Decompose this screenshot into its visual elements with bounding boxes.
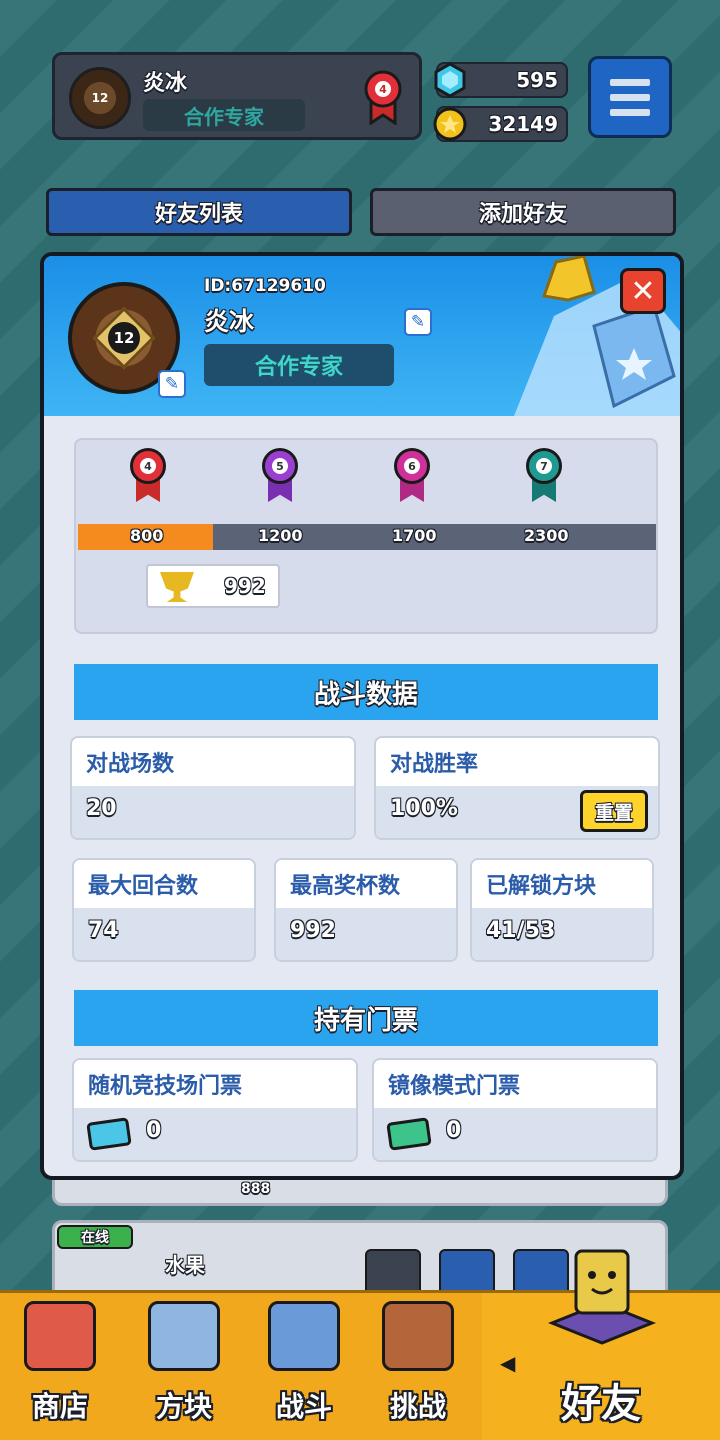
gem-icon — [434, 62, 466, 98]
gem-count: 595 — [516, 68, 558, 92]
player-avatar: 12 — [69, 67, 131, 129]
random-arena-ticket-card: 随机竞技场门票 0 — [72, 1058, 358, 1162]
rank-threshold: 800 — [130, 526, 164, 545]
edit-name-icon[interactable]: ✎ — [404, 308, 432, 336]
mirror-mode-ticket-label: 镜像模式门票 — [388, 1074, 521, 1099]
tab-friend-list[interactable]: 好友列表 — [46, 188, 352, 236]
rank-5-ribbon-icon: 5 — [260, 448, 300, 504]
main-menu-button[interactable] — [588, 56, 672, 138]
max-trophies-stat-card: 最高奖杯数 992 — [274, 858, 458, 962]
modal-player-title: 合作专家 — [204, 344, 394, 386]
friend-name: 水果 — [165, 1253, 205, 1277]
shop-icon — [24, 1301, 96, 1371]
random-arena-ticket-count: 0 — [146, 1118, 162, 1143]
nav-shop[interactable]: 商店 — [0, 1293, 120, 1440]
winrate-value: 100% — [390, 796, 458, 821]
player-name: 炎冰 — [143, 71, 188, 96]
current-trophies: 992 — [224, 574, 266, 598]
rank-threshold: 1700 — [392, 526, 437, 545]
nav-friends-label: 好友 — [561, 1381, 641, 1427]
nav-challenge[interactable]: 挑战 — [358, 1293, 478, 1440]
battles-stat-card: 对战场数 20 — [70, 736, 356, 840]
modal-header: 12 ✎ ID:67129610 炎冰 ✎ 合作专家 ✕ — [44, 256, 680, 416]
friend-trophy-value: 888 — [241, 1181, 271, 1197]
close-icon: ✕ — [630, 273, 656, 309]
player-profile-bar[interactable]: 12 炎冰 合作专家 4 — [52, 52, 422, 140]
nav-blocks[interactable]: 方块 — [124, 1293, 244, 1440]
max-trophies-label: 最高奖杯数 — [290, 874, 401, 899]
avatar-level: 12 — [108, 322, 140, 354]
close-button[interactable]: ✕ — [620, 268, 666, 314]
rank-progress-bar: 800 1200 1700 2300 — [78, 524, 656, 550]
menu-line-icon — [610, 93, 650, 101]
tab-add-friend[interactable]: 添加好友 — [370, 188, 676, 236]
rank-7-ribbon-icon: 7 — [524, 448, 564, 504]
gem-counter: 595 — [434, 62, 568, 98]
unlocked-blocks-value: 41/53 — [486, 918, 556, 943]
tickets-header: 持有门票 — [74, 990, 658, 1046]
arena-ticket-icon — [86, 1117, 132, 1151]
player-id: ID:67129610 — [204, 276, 326, 296]
menu-line-icon — [610, 108, 650, 116]
svg-text:4: 4 — [379, 83, 387, 96]
battle-icon — [268, 1301, 340, 1371]
mirror-mode-ticket-count: 0 — [446, 1118, 462, 1143]
max-rounds-label: 最大回合数 — [88, 874, 199, 899]
random-arena-ticket-label: 随机竞技场门票 — [88, 1074, 243, 1099]
nav-shop-label: 商店 — [31, 1390, 88, 1423]
nav-friends[interactable]: ◀ 好友 — [482, 1249, 720, 1440]
rank-badge-icon: 4 — [364, 70, 402, 125]
edit-avatar-icon[interactable]: ✎ — [158, 370, 186, 398]
friends-mascot-icon — [547, 1249, 657, 1345]
rank-6-ribbon-icon: 6 — [392, 448, 432, 504]
winrate-label: 对战胜率 — [390, 752, 479, 777]
player-profile-modal: 12 ✎ ID:67129610 炎冰 ✎ 合作专家 ✕ 4 5 6 7 800… — [40, 252, 684, 1180]
battles-value: 20 — [86, 796, 117, 821]
max-trophies-value: 992 — [290, 918, 336, 943]
nav-battle-label: 战斗 — [275, 1390, 332, 1423]
battles-label: 对战场数 — [86, 752, 175, 777]
coin-count: 32149 — [488, 112, 558, 136]
mirror-mode-ticket-card: 镜像模式门票 0 — [372, 1058, 658, 1162]
unlocked-blocks-stat-card: 已解锁方块 41/53 — [470, 858, 654, 962]
rank-progress-panel: 4 5 6 7 800 1200 1700 2300 992 — [74, 438, 658, 634]
coin-counter: 32149 — [433, 106, 568, 142]
max-rounds-stat-card: 最大回合数 74 — [72, 858, 256, 962]
current-trophies-chip: 992 — [146, 564, 280, 608]
coin-icon — [433, 107, 467, 141]
rank-threshold: 2300 — [524, 526, 569, 545]
nav-blocks-label: 方块 — [155, 1390, 212, 1423]
trophy-icon — [160, 572, 194, 602]
mirror-ticket-icon — [386, 1117, 432, 1151]
winrate-stat-card: 对战胜率 100% 重置 — [374, 736, 660, 840]
unlocked-blocks-label: 已解锁方块 — [486, 874, 597, 899]
menu-line-icon — [610, 78, 650, 86]
online-badge: 在线 — [57, 1225, 133, 1249]
battle-data-header: 战斗数据 — [74, 664, 658, 720]
modal-player-name: 炎冰 — [204, 307, 255, 336]
reset-button[interactable]: 重置 — [580, 790, 648, 832]
player-title: 合作专家 — [143, 99, 305, 131]
nav-battle[interactable]: 战斗 — [244, 1293, 364, 1440]
challenge-icon — [382, 1301, 454, 1371]
rank-4-ribbon-icon: 4 — [128, 448, 168, 504]
bottom-navigation: 商店 方块 战斗 挑战 ◀ 好友 — [0, 1249, 720, 1440]
rank-threshold: 1200 — [258, 526, 303, 545]
max-rounds-value: 74 — [88, 918, 119, 943]
blocks-icon — [148, 1301, 220, 1371]
nav-challenge-label: 挑战 — [389, 1390, 446, 1423]
